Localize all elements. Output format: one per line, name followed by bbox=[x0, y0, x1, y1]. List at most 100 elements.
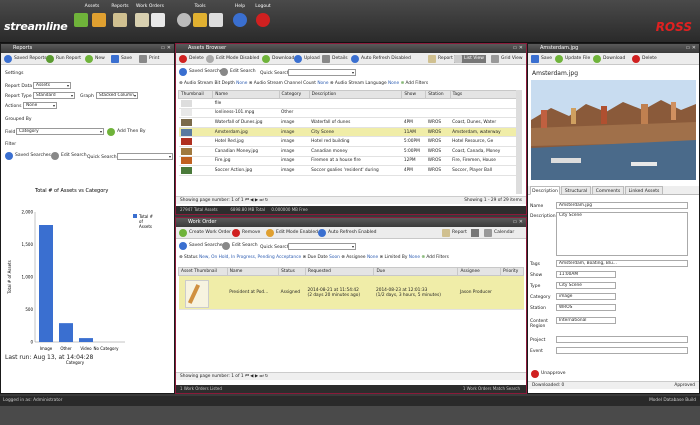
wo-col-header[interactable]: Priority bbox=[499, 267, 525, 276]
unapprove-button[interactable]: Unapprove bbox=[531, 370, 566, 378]
asset-thumbnail-cell bbox=[178, 98, 213, 109]
graph-type-select[interactable]: Stacked Column bbox=[96, 92, 138, 99]
asset-row[interactable]: Fire.jpg image Firemen at a house fire 12PM… bbox=[178, 156, 518, 167]
assets-col-header[interactable]: Category bbox=[278, 90, 310, 99]
group-field-select[interactable]: Category bbox=[16, 128, 104, 135]
wo-quick-search-input[interactable] bbox=[288, 243, 356, 250]
window-icon[interactable] bbox=[209, 13, 223, 27]
clipboard-icon[interactable] bbox=[151, 13, 165, 27]
assets-col-header[interactable]: Station bbox=[425, 90, 451, 99]
station-select[interactable]: WROS bbox=[556, 304, 616, 311]
reports-toolbar: Saved Reports Run Report New Save Print bbox=[1, 53, 174, 65]
type-select[interactable]: City Scene bbox=[556, 282, 616, 289]
wo-col-header[interactable]: Asset Thumbnail bbox=[178, 267, 228, 276]
wo-edit-mode-button[interactable]: Edit Mode Enabled bbox=[266, 229, 318, 237]
work-order-row[interactable]: President at Pod... Assigned 2014-08-21 … bbox=[178, 275, 524, 310]
save-report-button[interactable]: Save bbox=[111, 55, 132, 63]
detail-save-button[interactable]: Save bbox=[531, 55, 552, 63]
assets-saved-searches-button[interactable]: Saved Searches bbox=[179, 68, 225, 76]
assets-scrollbar[interactable] bbox=[516, 90, 522, 194]
add-filters-link[interactable]: Add Filters bbox=[406, 81, 429, 86]
report-type-select[interactable]: Standard bbox=[33, 92, 75, 99]
remove-work-order-button[interactable]: Remove bbox=[232, 229, 260, 237]
wo-saved-searches-button[interactable]: Saved Searches bbox=[179, 242, 225, 250]
panel-controls-icon[interactable]: ▭ ✕ bbox=[680, 46, 696, 51]
saved-reports-button[interactable]: Saved Reports bbox=[4, 55, 47, 63]
grid-view-button[interactable]: Grid View bbox=[491, 55, 523, 63]
folder-icon[interactable] bbox=[92, 13, 106, 27]
asset-row[interactable]: Waterfall of Dunes.jpg image Waterfall of … bbox=[178, 117, 518, 128]
list-view-button[interactable]: List View bbox=[454, 55, 486, 63]
reports-icon[interactable] bbox=[113, 13, 127, 27]
content-region-select[interactable]: International bbox=[556, 317, 616, 324]
wo-col-header[interactable]: Status bbox=[278, 267, 307, 276]
panel-controls-icon[interactable]: ▭ ✕ bbox=[155, 46, 171, 51]
assets-col-header[interactable]: Thumbnail bbox=[178, 90, 214, 99]
asset-row[interactable]: Amsterdam.jpg image City Scene 11AM WROS Amst… bbox=[178, 127, 518, 138]
assets-edit-search-button[interactable]: Edit Search bbox=[220, 68, 256, 76]
edit-search-button[interactable]: Edit Search bbox=[51, 152, 87, 160]
gear-icon[interactable] bbox=[177, 13, 191, 27]
upload-button[interactable]: Upload bbox=[294, 55, 320, 63]
calendar-button[interactable]: Calendar bbox=[484, 229, 514, 237]
key-icon[interactable] bbox=[193, 13, 207, 27]
actions-select[interactable]: None bbox=[23, 102, 57, 109]
asset-row[interactable]: Hotel Red.jpg image Hotel red building 5:00… bbox=[178, 136, 518, 147]
asset-row[interactable]: Soccer Action.jpg image Soccer goalies 're… bbox=[178, 165, 518, 176]
tab-linked-assets[interactable]: Linked Assets bbox=[625, 186, 663, 195]
assets-col-header[interactable]: Show bbox=[401, 90, 427, 99]
report-button[interactable]: Report bbox=[428, 55, 453, 63]
help-icon[interactable] bbox=[233, 13, 247, 27]
run-report-button[interactable]: Run Report bbox=[46, 55, 81, 63]
detail-download-button[interactable]: Download bbox=[593, 55, 625, 63]
detail-delete-button[interactable]: Delete bbox=[632, 55, 657, 63]
tags-input[interactable]: Amsterdam, Boating, Blu... bbox=[556, 260, 688, 267]
print-report-button[interactable]: Print bbox=[139, 55, 159, 63]
assets-quick-search-input[interactable] bbox=[288, 69, 356, 76]
assets-col-header[interactable]: Description bbox=[308, 90, 403, 99]
add-then-by-button[interactable]: Add Then By bbox=[107, 128, 146, 136]
logout-icon[interactable] bbox=[256, 13, 270, 27]
auto-refresh-button[interactable]: Auto Refresh Disabled bbox=[351, 55, 411, 63]
event-input[interactable] bbox=[556, 347, 688, 354]
panel-controls-icon[interactable]: ▭ ✕ bbox=[507, 46, 523, 51]
assets-col-header[interactable]: Tags bbox=[449, 90, 518, 99]
wo-auto-refresh-button[interactable]: Auto Refresh Enabled bbox=[318, 229, 377, 237]
saved-searches-button[interactable]: Saved Searches bbox=[5, 152, 51, 160]
wo-edit-search-button[interactable]: Edit Search bbox=[222, 242, 258, 250]
wo-col-header[interactable]: Name bbox=[226, 267, 280, 276]
tab-structural[interactable]: Structural bbox=[561, 186, 591, 195]
tab-comments[interactable]: Comments bbox=[592, 186, 624, 195]
wo-col-header[interactable]: Assignee bbox=[457, 267, 501, 276]
category-select[interactable]: image bbox=[556, 293, 616, 300]
show-select[interactable]: 11:00AM bbox=[556, 271, 616, 278]
edit-mode-button[interactable]: Edit Mode Disabled bbox=[206, 55, 259, 63]
asset-row[interactable]: file bbox=[178, 98, 518, 109]
asset-row[interactable]: Canadian Money.jpg image Canadian money 5:0… bbox=[178, 146, 518, 157]
panel-controls-icon[interactable]: ▭ ✕ bbox=[507, 220, 523, 225]
details-button[interactable]: Details bbox=[322, 55, 348, 63]
asset-row[interactable]: lonliness-101.mpg Other bbox=[178, 108, 518, 119]
nav-tools-label: Tools bbox=[194, 4, 206, 9]
download-button[interactable]: Download bbox=[262, 55, 294, 63]
create-work-order-button[interactable]: Create Work Order bbox=[179, 229, 231, 237]
tab-description[interactable]: Description bbox=[530, 186, 560, 195]
update-file-button[interactable]: Update File bbox=[555, 55, 590, 63]
wo-pager: Showing page number: 1 of 1 ⏮ ◀ ▶ ⏭ ↻ bbox=[176, 372, 526, 380]
work-order-icon[interactable] bbox=[135, 13, 149, 27]
assets-col-header[interactable]: Name bbox=[212, 90, 280, 99]
name-input[interactable]: Amsterdam.jpg bbox=[556, 202, 688, 209]
wo-add-filters-link[interactable]: Add Filters bbox=[426, 255, 449, 260]
delete-asset-button[interactable]: Delete bbox=[179, 55, 204, 63]
project-input[interactable] bbox=[556, 336, 688, 343]
wo-col-header[interactable]: Due bbox=[373, 267, 459, 276]
description-textarea[interactable]: City Scene bbox=[556, 212, 688, 256]
new-report-button[interactable]: New bbox=[85, 55, 105, 63]
chart-x-tick: Other bbox=[60, 346, 72, 351]
wo-report-button[interactable]: Report bbox=[442, 229, 467, 237]
wo-list-view-icon[interactable] bbox=[471, 229, 479, 237]
report-data-select[interactable]: Assets bbox=[33, 82, 71, 89]
reports-quick-search-input[interactable] bbox=[117, 153, 173, 160]
wo-col-header[interactable]: Requested bbox=[305, 267, 375, 276]
add-asset-icon[interactable] bbox=[74, 13, 88, 27]
